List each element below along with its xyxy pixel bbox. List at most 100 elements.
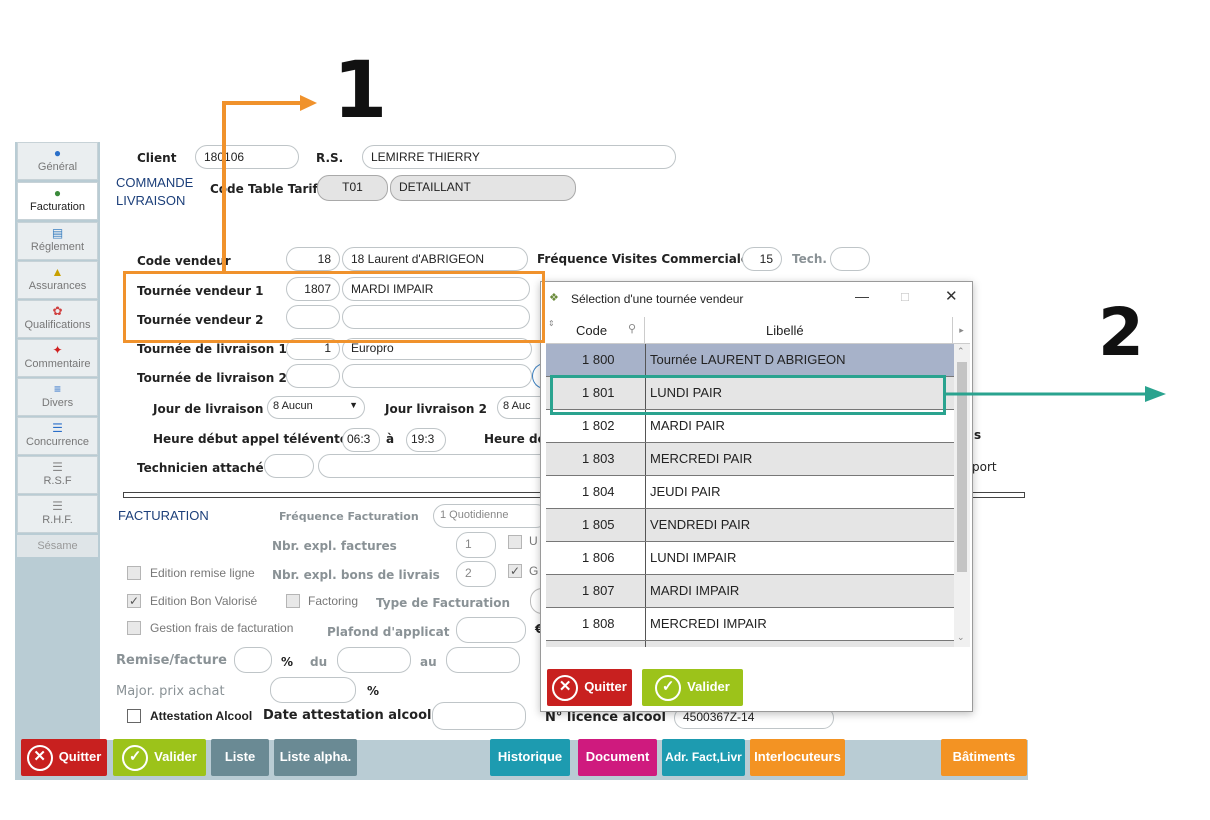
col-code-header[interactable]: Code: [576, 323, 607, 338]
list-alpha-button[interactable]: Liste alpha.: [274, 739, 357, 776]
livraison2-code-field[interactable]: [286, 364, 340, 388]
sliders-icon: ≡: [53, 382, 61, 396]
list-icon: ☰: [52, 460, 63, 474]
table-row[interactable]: 1 807 MARDI IMPAIR: [546, 575, 954, 608]
technicien-code-field[interactable]: [264, 454, 314, 478]
pin-icon: ✦: [52, 343, 63, 357]
address-button[interactable]: Adr. Fact,Livr: [662, 739, 745, 776]
freq-fact-field[interactable]: 1 Quotidienne: [433, 504, 548, 528]
table-row[interactable]: 1 809JEUDI IMPAIR: [546, 641, 954, 647]
dialog-quit-button[interactable]: ✕ Quitter: [547, 669, 632, 706]
gestion-frais-label: Gestion frais de facturation: [150, 621, 294, 635]
buildings-button[interactable]: Bâtiments: [941, 739, 1027, 776]
scroll-up-icon[interactable]: ⌃: [957, 346, 965, 357]
jour-livraison-select[interactable]: 8 Aucun ▼: [267, 396, 365, 419]
major-field[interactable]: [270, 677, 356, 703]
plafond-field[interactable]: [456, 617, 526, 643]
check-icon: ✓: [122, 744, 149, 771]
sidebar-item-general[interactable]: ● Général: [17, 142, 98, 180]
quit-button[interactable]: ✕ Quitter: [21, 739, 107, 776]
freq-visites-field[interactable]: 15: [742, 247, 782, 271]
list-icon: ☰: [52, 499, 63, 513]
validate-button[interactable]: ✓ Valider: [113, 739, 206, 776]
u-checkbox[interactable]: [508, 535, 522, 549]
search-icon[interactable]: ⚲: [628, 322, 636, 335]
commande-label: COMMANDE: [116, 175, 194, 190]
rs-field[interactable]: LEMIRRE THIERRY: [362, 145, 676, 169]
sidebar-item-rsf[interactable]: ☰ R.S.F: [17, 456, 98, 494]
teal-arrow: [945, 386, 1166, 402]
livraison2-label: Tournée de livraison 2: [137, 371, 287, 385]
remise-pct-label: %: [281, 655, 294, 669]
nbr-factures-field[interactable]: 1: [456, 532, 496, 558]
chevron-down-icon: ▼: [349, 400, 358, 410]
list-person-icon: ☰: [52, 421, 63, 435]
gestion-frais-checkbox[interactable]: [127, 621, 141, 635]
minimize-icon[interactable]: —: [855, 288, 869, 304]
heure-label: Heure début appel télévente: [153, 432, 348, 446]
sidebar-item-facturation[interactable]: ● Facturation: [17, 182, 98, 220]
sidebar-item-rhf[interactable]: ☰ R.H.F.: [17, 495, 98, 533]
table-row[interactable]: 1 805 VENDREDI PAIR: [546, 509, 954, 542]
sidebar-item-concurrence[interactable]: ☰ Concurrence: [17, 417, 98, 455]
tarif-value-field: DETAILLANT: [390, 175, 576, 201]
date-attestation-field[interactable]: [432, 702, 526, 730]
technicien-value-field: [318, 454, 548, 478]
chevron-right-icon[interactable]: ▸: [952, 317, 970, 344]
du-label: du: [310, 655, 328, 669]
remise-field[interactable]: [234, 647, 272, 673]
nbr-factures-label: Nbr. expl. factures: [272, 539, 397, 553]
sidebar-item-sesame[interactable]: Sésame: [17, 535, 98, 557]
heure-from-field[interactable]: 06:3: [342, 428, 380, 452]
edition-bon-label: Edition Bon Valorisé: [150, 594, 258, 608]
du-field[interactable]: [337, 647, 411, 673]
tarif-code-field[interactable]: T01: [317, 175, 388, 201]
maximize-icon[interactable]: □: [901, 289, 909, 304]
attestation-checkbox[interactable]: [127, 709, 141, 723]
payment-icon: ▤: [51, 226, 64, 240]
table-row[interactable]: 1 804 JEUDI PAIR: [546, 476, 954, 509]
scroll-down-icon[interactable]: ⌄: [957, 632, 965, 643]
cell-libelle: JEUDI IMPAIR: [648, 641, 735, 647]
heure-to-field[interactable]: 19:3: [406, 428, 446, 452]
sidebar: ● Général ● Facturation ▤ Réglement ▲ Assura…: [15, 142, 100, 740]
type-fact-label: Type de Facturation: [376, 596, 511, 610]
dialog-validate-button[interactable]: ✓ Valider: [642, 669, 743, 706]
col-libelle-header[interactable]: Libellé: [766, 323, 804, 338]
sidebar-item-qualifications[interactable]: ✿ Qualifications: [17, 300, 98, 338]
sidebar-item-assurances[interactable]: ▲ Assurances: [17, 261, 98, 299]
close-icon[interactable]: ✕: [945, 287, 958, 305]
nbr-bons-field[interactable]: 2: [456, 561, 496, 587]
licence-label: N° licence alcool: [545, 710, 666, 725]
nbr-bons-label: Nbr. expl. bons de livrais: [272, 568, 440, 582]
sidebar-item-divers[interactable]: ≡ Divers: [17, 378, 98, 416]
edition-remise-checkbox[interactable]: [127, 566, 141, 580]
cell-libelle: MARDI IMPAIR: [650, 583, 740, 598]
s-fragment: s: [974, 428, 982, 442]
list-button[interactable]: Liste: [211, 739, 269, 776]
table-row[interactable]: 1 808 MERCREDI IMPAIR: [546, 608, 954, 641]
annotation-number-1: 1: [333, 46, 388, 136]
technicien-label: Technicien attaché: [137, 461, 264, 475]
table-row-selected[interactable]: 1 800 Tournée LAURENT D ABRIGEON: [546, 344, 954, 377]
attestation-label: Attestation Alcool: [150, 709, 253, 723]
sidebar-item-commentaire[interactable]: ✦ Commentaire: [17, 339, 98, 377]
heure-a-label: à: [386, 432, 395, 446]
g-checkbox[interactable]: ✓: [508, 564, 522, 578]
factoring-checkbox[interactable]: [286, 594, 300, 608]
tech-field[interactable]: [830, 247, 870, 271]
plafond-label: Plafond d'applicat: [327, 625, 450, 639]
port-fragment: port: [972, 460, 997, 474]
major-label: Major. prix achat: [116, 684, 225, 699]
heure2-label: Heure dé: [484, 432, 546, 446]
au-field[interactable]: [446, 647, 520, 673]
history-button[interactable]: Historique: [490, 739, 570, 776]
document-button[interactable]: Document: [578, 739, 657, 776]
sidebar-item-reglement[interactable]: ▤ Réglement: [17, 222, 98, 260]
table-row[interactable]: 1 806 LUNDI IMPAIR: [546, 542, 954, 575]
contacts-button[interactable]: Interlocuteurs: [750, 739, 845, 776]
sort-icon: ⇕: [548, 319, 555, 328]
cell-code: 1 807: [546, 575, 646, 607]
table-row[interactable]: 1 803 MERCREDI PAIR: [546, 443, 954, 476]
edition-bon-checkbox[interactable]: ✓: [127, 594, 141, 608]
